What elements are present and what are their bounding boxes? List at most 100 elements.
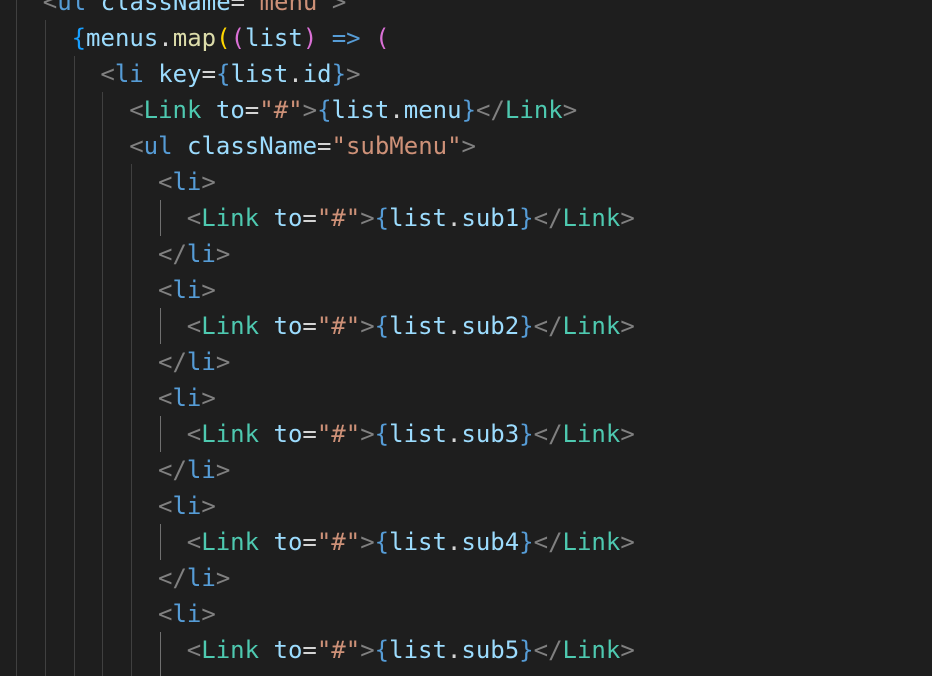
code-token: Link [562, 204, 621, 232]
code-token: > [215, 456, 231, 484]
code-token: ul [57, 0, 87, 16]
code-token: . [446, 528, 462, 556]
code-editor[interactable]: <ul className="menu"> {menus.map((list) =… [0, 0, 932, 676]
code-line[interactable]: {menus.map((list) => ( [72, 20, 390, 56]
code-line[interactable]: <Link to="#">{list.menu}</Link> [129, 92, 577, 128]
code-token: > [360, 312, 375, 340]
code-token: > [620, 528, 635, 556]
code-line[interactable]: <Link to="#">{list.sub2}</Link> [187, 308, 635, 344]
indent-guide [160, 200, 161, 236]
code-line[interactable]: <li key={list.id}> [100, 56, 360, 92]
code-token: < [158, 492, 173, 520]
code-token: menu [403, 96, 462, 124]
code-token: < [42, 0, 58, 16]
code-token: < [129, 132, 144, 160]
code-line[interactable]: </li> [158, 236, 230, 272]
code-token: < [100, 60, 115, 88]
indent-guide [131, 164, 132, 676]
code-line[interactable]: <Link to="#">{list.sub5}</Link> [187, 632, 635, 668]
code-token: list [245, 24, 303, 52]
code-line[interactable]: </li> [158, 452, 230, 488]
code-token: = [244, 96, 260, 124]
code-token: Link [201, 636, 260, 664]
code-token: Link [562, 528, 621, 556]
code-token: li [172, 600, 202, 628]
code-token: className [187, 132, 318, 160]
code-line[interactable]: <Link to="#">{list.sub3}</Link> [187, 416, 635, 452]
code-token: < [158, 600, 173, 628]
code-token: { [374, 312, 390, 340]
code-token: list [389, 420, 447, 448]
indent-guide [102, 92, 103, 676]
code-token: </ [158, 240, 187, 268]
code-line[interactable]: <Link to="#">{list.sub1}</Link> [187, 200, 635, 236]
indent-guide [160, 416, 161, 452]
code-token: li [172, 168, 202, 196]
code-token: "#" [316, 204, 361, 232]
code-token: > [201, 600, 216, 628]
code-token: { [317, 96, 332, 124]
code-token: list [389, 528, 447, 556]
code-token: > [346, 60, 361, 88]
code-line[interactable]: </li> [158, 344, 230, 380]
code-token: list [331, 96, 390, 124]
code-token: . [288, 60, 303, 88]
code-token: > [620, 312, 635, 340]
code-token: sub1 [461, 204, 520, 232]
code-token: "#" [316, 312, 361, 340]
code-token: { [216, 60, 231, 88]
code-token: li [172, 276, 202, 304]
code-line[interactable]: <Link to="#">{list.sub4}</Link> [187, 524, 635, 560]
code-line[interactable]: <ul className="menu"> [43, 0, 346, 20]
code-token: "menu" [245, 0, 332, 16]
code-token: li [186, 240, 216, 268]
code-token: ul [143, 132, 173, 160]
code-token: } [519, 204, 534, 232]
code-token: { [71, 24, 87, 52]
code-line[interactable]: <li> [158, 596, 216, 632]
code-token: </ [158, 564, 187, 592]
code-line[interactable]: <li> [158, 380, 216, 416]
code-token: > [562, 96, 578, 124]
code-token: = [302, 204, 317, 232]
code-token: > [215, 564, 231, 592]
code-token: > [620, 204, 635, 232]
code-token: "#" [316, 636, 361, 664]
code-token: </ [533, 420, 563, 448]
code-token: { [374, 636, 390, 664]
code-token: Link [504, 96, 563, 124]
code-token: < [186, 312, 202, 340]
indent-guide [160, 632, 161, 676]
code-line[interactable]: <li> [158, 164, 216, 200]
code-token: > [215, 348, 231, 376]
code-token: = [302, 312, 317, 340]
code-token: . [446, 204, 462, 232]
code-token: } [519, 528, 534, 556]
code-line[interactable]: <ul className="subMenu"> [129, 128, 476, 164]
code-token: Link [201, 528, 260, 556]
code-token: < [186, 420, 202, 448]
code-line[interactable]: </li> [158, 560, 230, 596]
code-token: to [273, 636, 303, 664]
indent-guide [45, 20, 46, 676]
code-token: list [389, 636, 447, 664]
code-token: < [158, 276, 173, 304]
code-token: Link [201, 420, 260, 448]
code-token: </ [533, 204, 563, 232]
code-line[interactable]: <li> [158, 488, 216, 524]
code-token: Link [201, 312, 260, 340]
code-line[interactable]: <li> [158, 272, 216, 308]
indent-guide [160, 524, 161, 560]
code-token: li [186, 456, 216, 484]
code-token: = [317, 132, 332, 160]
code-token: = [302, 528, 317, 556]
code-token: = [201, 60, 217, 88]
code-token: > [360, 204, 375, 232]
code-token: to [273, 312, 303, 340]
code-token: to [273, 528, 303, 556]
code-token: "subMenu" [331, 132, 462, 160]
code-token: </ [533, 312, 563, 340]
